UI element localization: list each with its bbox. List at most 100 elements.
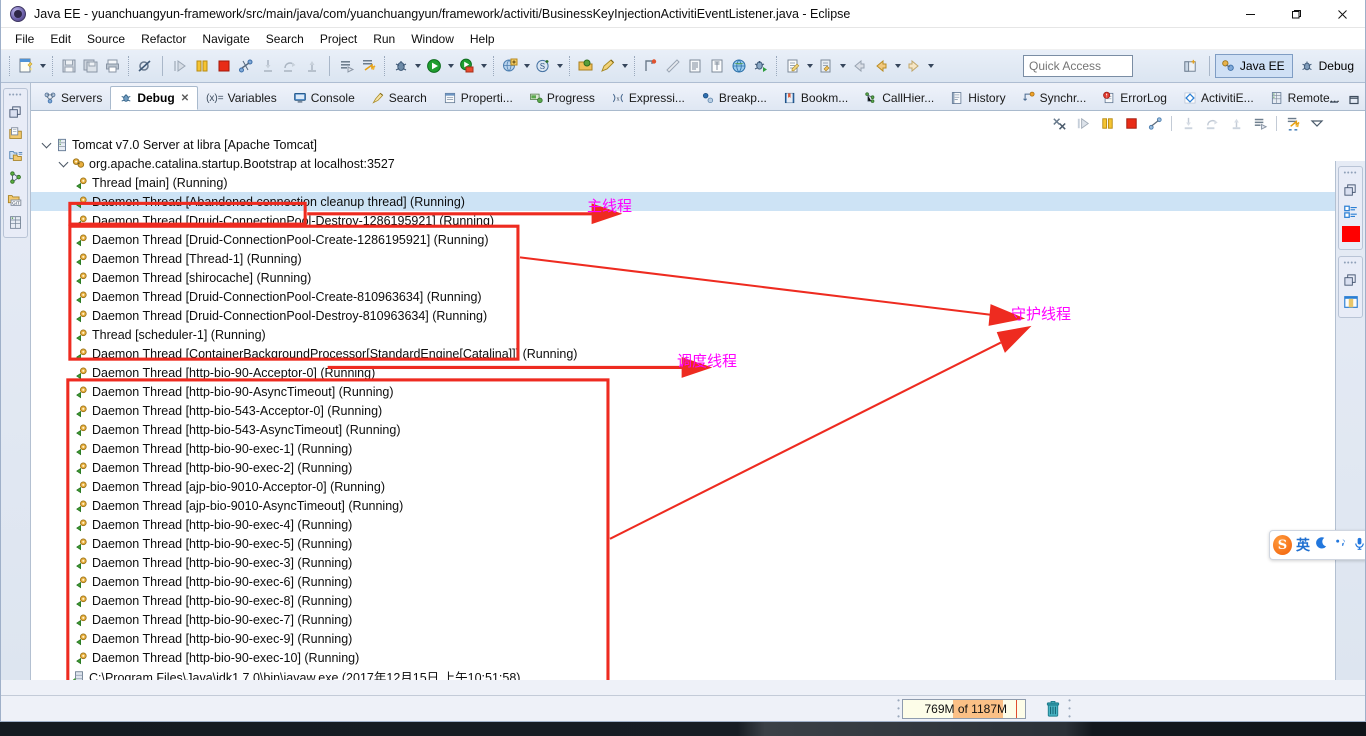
new-wizard-dropdown-icon[interactable] — [37, 55, 48, 77]
terminate-icon[interactable] — [213, 55, 235, 77]
restore-view-icon[interactable] — [1339, 269, 1362, 291]
tree-row-thread[interactable]: Daemon Thread [http-bio-90-AsyncTimeout]… — [31, 382, 1365, 401]
run-to-line-icon[interactable] — [1250, 113, 1270, 133]
heap-drag-handle[interactable]: • • • — [895, 697, 902, 721]
tree-row-server[interactable]: Tomcat v7.0 Server at libra [Apache Tomc… — [31, 135, 1365, 154]
tree-row-thread[interactable]: Daemon Thread [http-bio-543-Acceptor-0] … — [31, 401, 1365, 420]
menu-source[interactable]: Source — [79, 29, 133, 49]
run-last-tool-icon[interactable] — [358, 55, 380, 77]
tree-row-thread[interactable]: Daemon Thread [http-bio-543-AsyncTimeout… — [31, 420, 1365, 439]
tree-row-thread[interactable]: Daemon Thread [ContainerBackgroundProces… — [31, 344, 1365, 363]
menu-file[interactable]: File — [7, 29, 42, 49]
tree-row-thread[interactable]: Daemon Thread [http-bio-90-exec-4] (Runn… — [31, 515, 1365, 534]
tab-console[interactable]: Console — [285, 86, 363, 110]
tree-row-thread[interactable]: Daemon Thread [http-bio-90-exec-8] (Runn… — [31, 591, 1365, 610]
tree-row-thread[interactable]: Daemon Thread [shirocache] (Running) — [31, 268, 1365, 287]
debug-web-icon[interactable] — [750, 55, 772, 77]
debug-dropdown-icon[interactable] — [412, 55, 423, 77]
tree-row-process[interactable]: org.apache.catalina.startup.Bootstrap at… — [31, 154, 1365, 173]
menu-navigate[interactable]: Navigate — [194, 29, 257, 49]
tab-activiti-explorer[interactable]: ActivitiE... — [1175, 86, 1262, 110]
step-over-icon[interactable] — [1202, 113, 1222, 133]
tab-breakpoints[interactable]: Breakp... — [693, 86, 775, 110]
sogou-logo-icon[interactable]: S — [1273, 535, 1292, 555]
tab-properties[interactable]: Properti... — [435, 86, 521, 110]
print-icon[interactable] — [102, 55, 124, 77]
package-explorer-icon[interactable] — [4, 123, 27, 145]
external-tools-dropdown-icon[interactable] — [478, 55, 489, 77]
tree-row-thread[interactable]: Thread [main] (Running) — [31, 173, 1365, 192]
menu-run[interactable]: Run — [365, 29, 403, 49]
windows-taskbar[interactable] — [0, 722, 1366, 736]
restore-view-icon[interactable] — [1339, 179, 1362, 201]
expand-collapse-icon[interactable] — [39, 143, 53, 147]
perspective-java-ee[interactable]: Java EE — [1214, 54, 1293, 78]
microphone-icon[interactable] — [1352, 536, 1365, 555]
remove-all-terminated-icon[interactable] — [1049, 113, 1069, 133]
tree-row-thread[interactable]: Daemon Thread [Thread-1] (Running) — [31, 249, 1365, 268]
debug-icon[interactable] — [390, 55, 412, 77]
outline-view-icon[interactable] — [1339, 201, 1362, 223]
run-dropdown-icon[interactable] — [445, 55, 456, 77]
drag-handle[interactable]: •••• — [1339, 260, 1362, 267]
edit-document-icon[interactable] — [782, 55, 804, 77]
tree-row-thread[interactable]: Daemon Thread [Druid-ConnectionPool-Dest… — [31, 306, 1365, 325]
suspend-icon[interactable] — [1097, 113, 1117, 133]
minimize-button[interactable] — [1227, 0, 1273, 28]
tab-variables[interactable]: (x)= Variables — [198, 86, 285, 110]
run-icon[interactable] — [423, 55, 445, 77]
tree-row-thread[interactable]: Daemon Thread [http-bio-90-exec-6] (Runn… — [31, 572, 1365, 591]
outline-view-icon[interactable] — [706, 55, 728, 77]
tab-synchronize[interactable]: Synchr... — [1014, 86, 1095, 110]
drag-handle[interactable]: •••• — [4, 92, 27, 99]
view-menu-icon[interactable] — [1307, 113, 1327, 133]
new-session-icon[interactable]: S — [532, 55, 554, 77]
maximize-view-icon[interactable] — [1347, 93, 1361, 107]
open-task-dropdown-icon[interactable] — [619, 55, 630, 77]
tree-row-thread[interactable]: Daemon Thread [http-bio-90-exec-3] (Runn… — [31, 553, 1365, 572]
open-task-icon[interactable] — [597, 55, 619, 77]
tree-row-thread[interactable]: Daemon Thread [Abandoned connection clea… — [31, 192, 1365, 211]
git-repositories-icon[interactable]: GIT — [4, 189, 27, 211]
previous-dropdown-icon[interactable] — [892, 55, 903, 77]
punctuation-icon[interactable] — [1333, 536, 1348, 555]
run-to-line-icon[interactable] — [336, 55, 358, 77]
tab-bookmarks[interactable]: Bookm... — [775, 86, 856, 110]
tree-row-thread[interactable]: Daemon Thread [Druid-ConnectionPool-Crea… — [31, 230, 1365, 249]
new-folder-dropdown-icon[interactable] — [837, 55, 848, 77]
tree-row-thread[interactable]: Daemon Thread [Druid-ConnectionPool-Dest… — [31, 211, 1365, 230]
step-into-icon[interactable] — [1178, 113, 1198, 133]
resume-icon[interactable] — [169, 55, 191, 77]
step-into-icon[interactable] — [257, 55, 279, 77]
tree-row-thread[interactable]: Thread [scheduler-1] (Running) — [31, 325, 1365, 344]
tab-servers[interactable]: Servers — [35, 86, 110, 110]
suspend-icon[interactable] — [191, 55, 213, 77]
menu-search[interactable]: Search — [258, 29, 312, 49]
step-return-icon[interactable] — [301, 55, 323, 77]
run-gc-button[interactable] — [1040, 699, 1066, 719]
measure-icon[interactable] — [662, 55, 684, 77]
save-icon[interactable] — [58, 55, 80, 77]
step-over-icon[interactable] — [279, 55, 301, 77]
servers-view-icon[interactable] — [4, 211, 27, 233]
tree-row-thread[interactable]: Daemon Thread [ajp-bio-9010-Acceptor-0] … — [31, 477, 1365, 496]
edit-document-dropdown-icon[interactable] — [804, 55, 815, 77]
save-all-icon[interactable] — [80, 55, 102, 77]
expand-collapse-icon[interactable] — [56, 162, 70, 166]
quick-access-input[interactable] — [1023, 55, 1133, 77]
tab-expressions[interactable]: x Expressi... — [603, 86, 693, 110]
new-server-icon[interactable] — [499, 55, 521, 77]
palette-view-icon[interactable] — [1339, 291, 1362, 313]
new-wizard-icon[interactable] — [15, 55, 37, 77]
new-server-dropdown-icon[interactable] — [521, 55, 532, 77]
skip-breakpoints-icon[interactable] — [134, 55, 156, 77]
menu-edit[interactable]: Edit — [42, 29, 79, 49]
ime-mode-toggle[interactable]: 英 — [1296, 535, 1310, 555]
menu-window[interactable]: Window — [403, 29, 462, 49]
menu-refactor[interactable]: Refactor — [133, 29, 194, 49]
restore-view-icon[interactable] — [4, 101, 27, 123]
menu-project[interactable]: Project — [312, 29, 365, 49]
type-hierarchy-icon[interactable] — [4, 167, 27, 189]
tab-progress[interactable]: Progress — [521, 86, 603, 110]
tree-row-thread[interactable]: Daemon Thread [http-bio-90-exec-2] (Runn… — [31, 458, 1365, 477]
